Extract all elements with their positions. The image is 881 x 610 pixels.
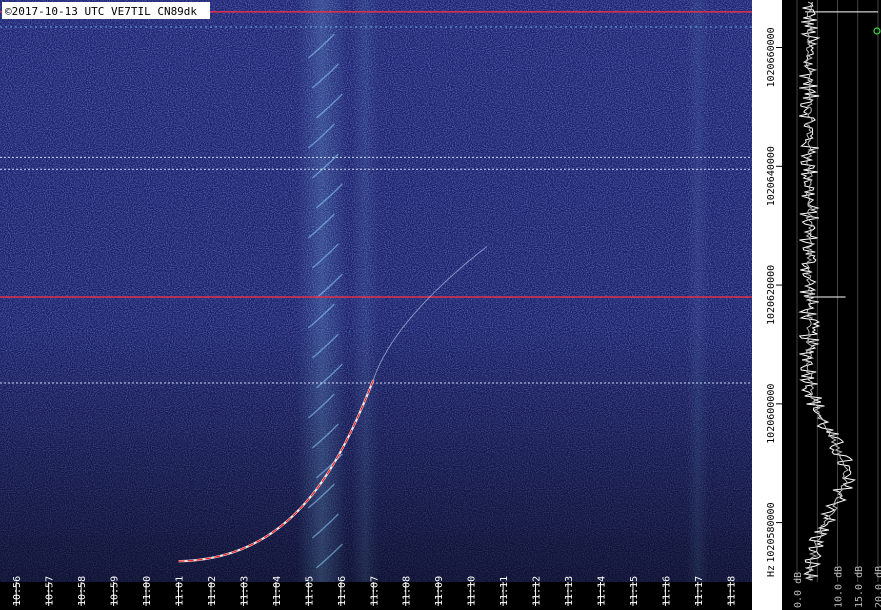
x-tick-label: 10:59 bbox=[110, 576, 121, 606]
x-tick-label: 10:56 bbox=[12, 576, 23, 606]
x-tick-label: 11:01 bbox=[175, 576, 186, 606]
y-tick-label: 1020580000 bbox=[766, 502, 777, 562]
y-tick-label: 1020640000 bbox=[766, 146, 777, 206]
x-tick-label: 11:06 bbox=[337, 576, 348, 606]
x-tick-label: 11:05 bbox=[304, 576, 315, 606]
x-tick-label: 11:13 bbox=[564, 576, 575, 606]
spectrum-scale-label: 10.0 dB bbox=[834, 566, 845, 608]
x-tick-label: 11:18 bbox=[726, 576, 737, 606]
waterfall-chart: 10:56 10:57 10:58 10:59 11:00 11:01 11:02 11:03… bbox=[0, 0, 881, 610]
y-tick-label: 1020600000 bbox=[766, 384, 777, 444]
x-tick-label: 11:00 bbox=[142, 576, 153, 606]
caption-text: ©2017-10-13 UTC VE7TIL CN89dk bbox=[5, 5, 197, 18]
x-tick-label: 11:14 bbox=[596, 576, 607, 606]
x-tick-label: 11:12 bbox=[532, 576, 543, 606]
x-tick-label: 11:08 bbox=[402, 576, 413, 606]
x-tick-label: 11:02 bbox=[207, 576, 218, 606]
streak-column bbox=[351, 0, 379, 582]
x-tick-label: 10:57 bbox=[45, 576, 56, 606]
x-tick-label: 11:10 bbox=[467, 576, 478, 606]
streak-column bbox=[297, 0, 347, 582]
x-tick-label: 10:58 bbox=[77, 576, 88, 606]
spectrum-panel bbox=[783, 0, 881, 610]
x-tick-label: 11:11 bbox=[499, 576, 510, 606]
y-tick-label: 1020620000 bbox=[766, 265, 777, 325]
x-tick-label: 11:17 bbox=[694, 576, 705, 606]
x-tick-label: 11:15 bbox=[629, 576, 640, 606]
x-tick-label: 11:04 bbox=[272, 576, 283, 606]
frequency-unit-label: Hz bbox=[766, 565, 777, 577]
waterfall-dark-band bbox=[0, 0, 779, 582]
streak-column bbox=[687, 0, 709, 582]
spectrum-scale-label: 20.0 dB bbox=[874, 566, 881, 608]
x-tick-label: 11:16 bbox=[661, 576, 672, 606]
spectrum-scale-label: 15.0 dB bbox=[854, 566, 865, 608]
spectrum-scale-label: 0.0 dB bbox=[793, 572, 804, 608]
x-tick-label: 11:07 bbox=[369, 576, 380, 606]
x-tick-label: 11:03 bbox=[239, 576, 250, 606]
y-tick-label: 1020660000 bbox=[766, 27, 777, 87]
x-tick-label: 11:09 bbox=[434, 576, 445, 606]
